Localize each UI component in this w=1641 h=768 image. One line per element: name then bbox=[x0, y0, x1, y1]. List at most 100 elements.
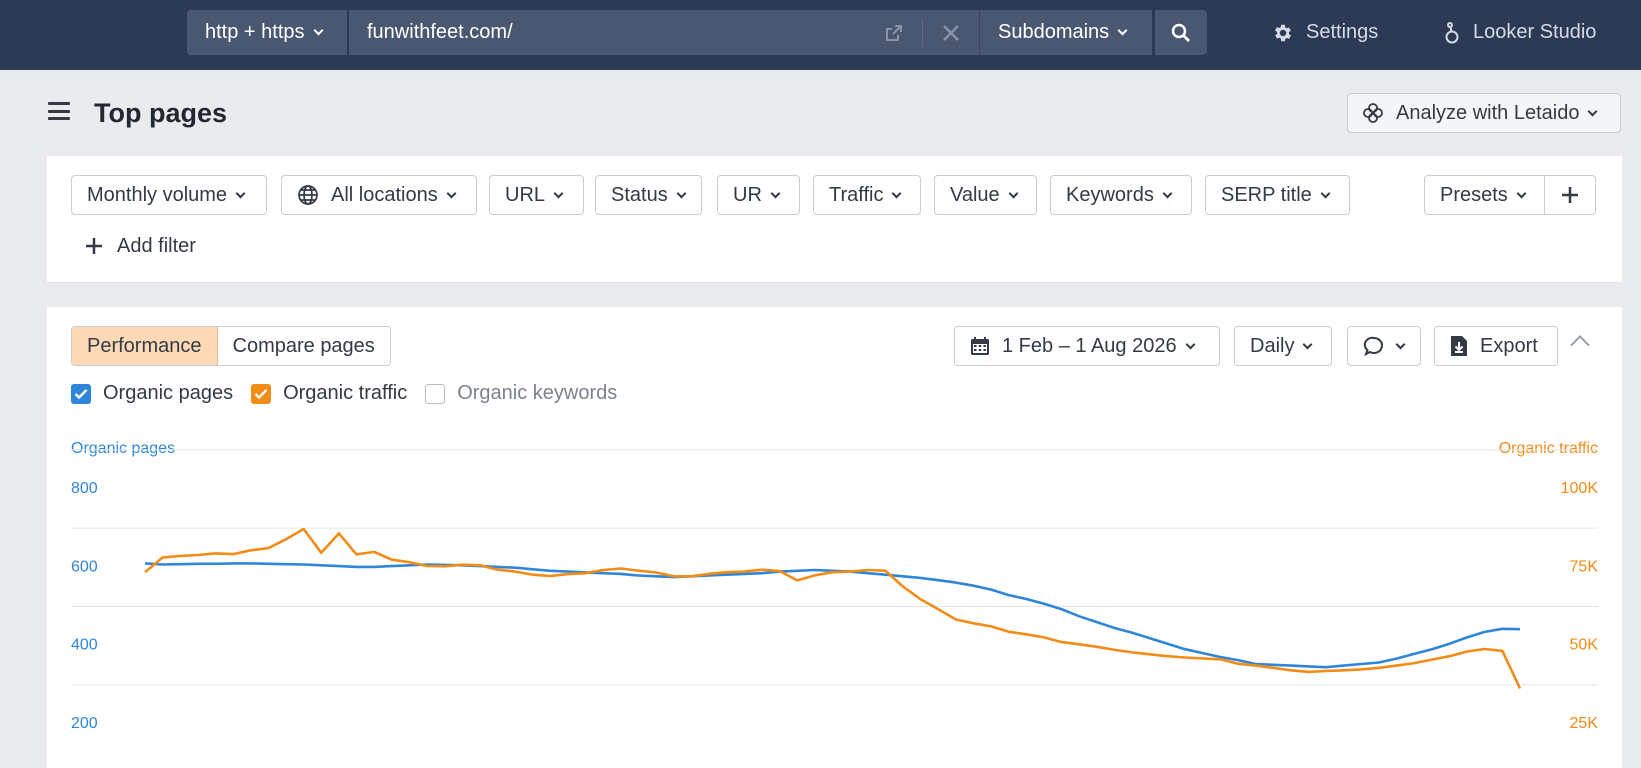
series-line-organic-pages bbox=[144, 562, 1521, 669]
filter-all-locations[interactable]: All locations bbox=[281, 175, 477, 215]
chevron-down-icon bbox=[1185, 339, 1196, 349]
right-tick-label: 100K bbox=[1561, 480, 1599, 497]
metric-toggles: Organic pages Organic traffic Organic ke… bbox=[71, 382, 635, 405]
open-external-icon[interactable] bbox=[866, 10, 922, 55]
chevron-down-icon bbox=[235, 188, 246, 198]
filter-label: Status bbox=[611, 183, 668, 206]
series-line-organic-traffic bbox=[144, 527, 1522, 690]
checkbox-organic-traffic[interactable]: Organic traffic bbox=[251, 382, 407, 405]
plus-icon bbox=[1562, 187, 1578, 203]
chevron-down-icon bbox=[676, 188, 687, 198]
traffic-chart: 800 600 400 200 100K 75K 50K 25K bbox=[71, 449, 1599, 732]
ai-assistant-icon bbox=[1362, 102, 1384, 124]
filter-label: SERP title bbox=[1221, 183, 1312, 206]
chevron-down-icon bbox=[892, 188, 902, 198]
add-preset-button[interactable] bbox=[1544, 175, 1596, 215]
tab-compare-pages[interactable]: Compare pages bbox=[217, 327, 390, 365]
filter-panel: Monthly volume All locations URL Status … bbox=[47, 156, 1622, 283]
calendar-icon bbox=[970, 336, 990, 356]
interval-select[interactable]: Daily bbox=[1234, 326, 1332, 366]
filter-label: Value bbox=[950, 183, 1000, 206]
filter-url[interactable]: URL bbox=[489, 175, 584, 215]
export-label: Export bbox=[1480, 334, 1538, 357]
url-value: funwithfeet.com/ bbox=[367, 21, 513, 43]
search-button[interactable] bbox=[1155, 10, 1207, 55]
left-tick-label: 200 bbox=[71, 715, 98, 732]
checkbox-unchecked-icon bbox=[425, 383, 446, 404]
checkbox-organic-keywords[interactable]: Organic keywords bbox=[425, 382, 617, 405]
left-tick-label: 800 bbox=[71, 480, 98, 497]
filter-label: Monthly volume bbox=[87, 183, 228, 206]
chevron-down-icon bbox=[1320, 188, 1331, 198]
looker-studio-link[interactable]: Looker Studio bbox=[1443, 10, 1596, 55]
chevron-down-icon bbox=[1303, 339, 1313, 349]
chevron-down-icon bbox=[1162, 188, 1173, 198]
filter-value[interactable]: Value bbox=[934, 175, 1037, 215]
url-input[interactable]: funwithfeet.com/ bbox=[349, 10, 979, 55]
search-icon bbox=[1171, 23, 1190, 42]
filter-label: All locations bbox=[331, 183, 438, 206]
looker-studio-icon bbox=[1443, 21, 1461, 45]
scope-label: Subdomains bbox=[998, 21, 1110, 43]
performance-panel: Performance Compare pages 1 Feb – 1 Aug … bbox=[47, 307, 1622, 768]
filter-ur[interactable]: UR bbox=[717, 175, 800, 215]
page-title: Top pages bbox=[94, 98, 228, 128]
add-filter-label: Add filter bbox=[117, 234, 196, 257]
chevron-down-icon bbox=[1516, 188, 1527, 198]
filter-keywords[interactable]: Keywords bbox=[1050, 175, 1192, 215]
chevron-down-icon bbox=[553, 188, 564, 198]
analyze-button[interactable]: Analyze with Letaido bbox=[1347, 93, 1621, 133]
chevron-down-icon bbox=[313, 25, 323, 36]
export-button[interactable]: Export bbox=[1434, 326, 1558, 366]
settings-label: Settings bbox=[1306, 21, 1379, 43]
checkbox-organic-pages[interactable]: Organic pages bbox=[71, 382, 233, 405]
date-range-picker[interactable]: 1 Feb – 1 Aug 2026 bbox=[954, 326, 1220, 366]
looker-label: Looker Studio bbox=[1473, 21, 1597, 43]
checkbox-checked-icon bbox=[71, 383, 91, 404]
presets-label: Presets bbox=[1440, 183, 1508, 206]
protocol-select[interactable]: http + https bbox=[187, 10, 347, 55]
checkbox-label: Organic pages bbox=[103, 382, 234, 404]
left-tick-label: 400 bbox=[71, 637, 98, 654]
filter-label: Keywords bbox=[1066, 183, 1154, 206]
chevron-down-icon bbox=[446, 188, 457, 198]
date-range-label: 1 Feb – 1 Aug 2026 bbox=[1002, 334, 1177, 357]
checkbox-label: Organic traffic bbox=[283, 382, 408, 404]
clear-icon[interactable] bbox=[923, 10, 979, 55]
filter-label: Traffic bbox=[829, 183, 884, 206]
collapse-chevron-icon[interactable] bbox=[1570, 335, 1590, 355]
protocol-label: http + https bbox=[205, 21, 305, 43]
chevron-down-icon bbox=[1588, 106, 1598, 116]
chevron-down-icon bbox=[1117, 25, 1128, 36]
view-tabs: Performance Compare pages bbox=[71, 326, 391, 366]
checkbox-label: Organic keywords bbox=[457, 382, 618, 404]
title-row: Top pages Analyze with Letaido bbox=[0, 70, 1641, 156]
right-tick-label: 50K bbox=[1570, 637, 1599, 654]
filter-label: URL bbox=[505, 183, 546, 206]
right-tick-label: 75K bbox=[1570, 558, 1599, 575]
left-tick-label: 600 bbox=[71, 558, 98, 575]
scope-select[interactable]: Subdomains bbox=[979, 10, 1152, 55]
gear-icon bbox=[1272, 22, 1294, 44]
tab-performance[interactable]: Performance bbox=[72, 327, 218, 365]
comment-icon bbox=[1363, 335, 1385, 357]
add-filter-button[interactable]: Add filter bbox=[85, 226, 196, 266]
globe-icon bbox=[297, 184, 319, 206]
menu-icon[interactable] bbox=[48, 102, 70, 120]
plus-icon bbox=[86, 238, 102, 254]
annotations-button[interactable] bbox=[1347, 326, 1421, 366]
checkbox-checked-icon bbox=[251, 383, 272, 404]
filter-status[interactable]: Status bbox=[595, 175, 702, 215]
analyze-label: Analyze with Letaido bbox=[1396, 101, 1580, 124]
filter-monthly-volume[interactable]: Monthly volume bbox=[71, 175, 267, 215]
top-bar: http + https funwithfeet.com/ Subdomains… bbox=[0, 0, 1641, 70]
chevron-down-icon bbox=[1395, 339, 1406, 349]
chevron-down-icon bbox=[770, 188, 781, 198]
right-tick-label: 25K bbox=[1570, 715, 1599, 732]
export-icon bbox=[1450, 335, 1468, 357]
settings-link[interactable]: Settings bbox=[1272, 10, 1378, 55]
presets-button[interactable]: Presets bbox=[1424, 175, 1545, 215]
filter-serp-title[interactable]: SERP title bbox=[1205, 175, 1350, 215]
filter-label: UR bbox=[733, 183, 762, 206]
filter-traffic[interactable]: Traffic bbox=[813, 175, 921, 215]
